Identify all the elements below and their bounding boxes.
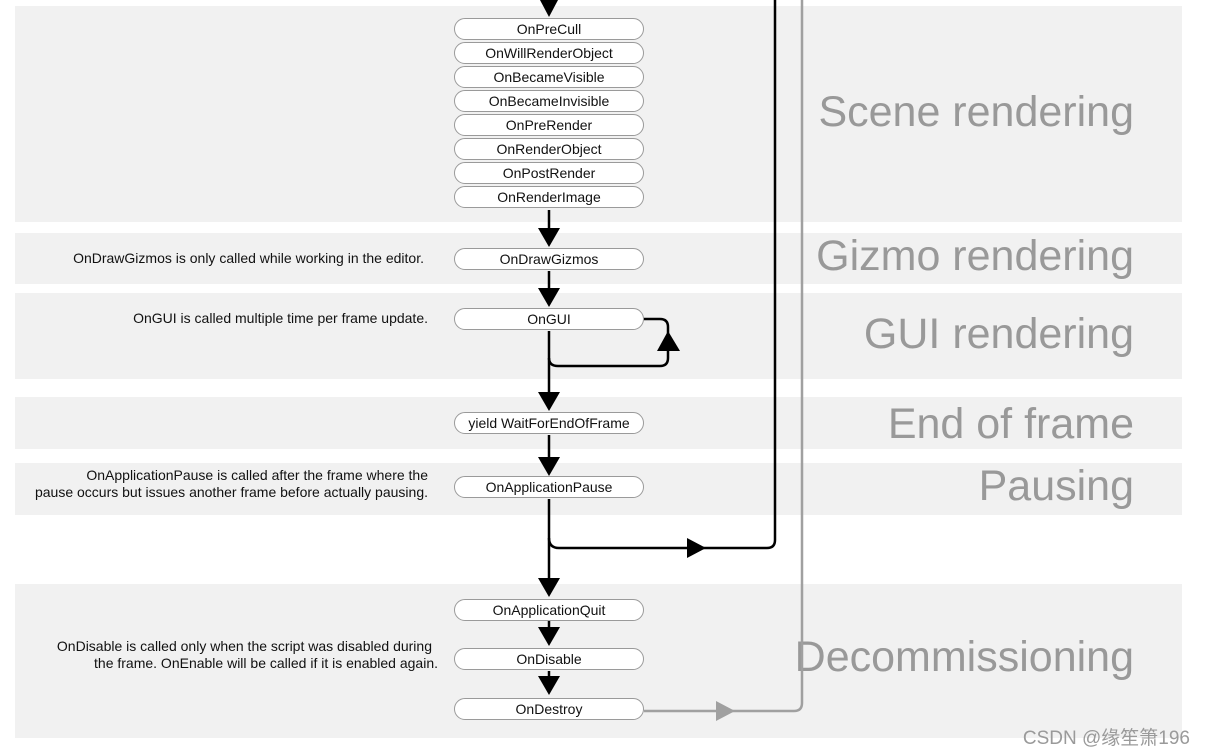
- note-ongui: OnGUI is called multiple time per frame …: [133, 310, 428, 326]
- node-onprecull: OnPreCull: [454, 18, 644, 40]
- node-onapplicationquit: OnApplicationQuit: [454, 599, 644, 621]
- arrow-into-ondestroy: [538, 676, 560, 695]
- frame-loop-back-arrow: [687, 538, 706, 558]
- note-onapplicationpause: OnApplicationPause is called after the f…: [35, 467, 428, 501]
- note-ondisable-line-1: OnDisable is called only when the script…: [56, 638, 432, 654]
- node-ondestroy: OnDestroy: [454, 698, 644, 720]
- node-ondisable: OnDisable: [454, 648, 644, 670]
- node-onpostrender: OnPostRender: [454, 162, 644, 184]
- arrow-into-waitforendofframe: [538, 392, 560, 411]
- node-onrenderimage: OnRenderImage: [454, 186, 644, 208]
- arrow-into-ondrawgizmos: [538, 228, 560, 247]
- arrow-into-onapplicationquit: [538, 578, 560, 597]
- arrow-into-onapplicationpause: [538, 457, 560, 476]
- arrow-into-onprecull: [540, 0, 558, 17]
- node-onwillrenderobject: OnWillRenderObject: [454, 42, 644, 64]
- note-onapplicationpause-line-1: OnApplicationPause is called after the f…: [86, 467, 428, 483]
- note-onapplicationpause-line-2: pause occurs but issues another frame be…: [34, 484, 428, 500]
- note-ondrawgizmos: OnDrawGizmos is only called while workin…: [73, 250, 424, 266]
- arrow-into-ondisable: [538, 627, 560, 646]
- ongui-loop-arrow: [657, 331, 680, 351]
- node-yield-waitforendofframe: yield WaitForEndOfFrame: [454, 412, 644, 434]
- node-onbecameinvisible: OnBecameInvisible: [454, 90, 644, 112]
- node-onprerender: OnPreRender: [454, 114, 644, 136]
- node-ongui: OnGUI: [454, 308, 644, 330]
- arrow-into-ongui: [538, 288, 560, 307]
- node-onapplicationpause: OnApplicationPause: [454, 476, 644, 498]
- note-ondisable-line-2: the frame. OnEnable will be called if it…: [94, 655, 438, 671]
- node-onbecamevisible: OnBecameVisible: [454, 66, 644, 88]
- node-ondrawgizmos: OnDrawGizmos: [454, 248, 644, 270]
- node-onrenderobject: OnRenderObject: [454, 138, 644, 160]
- watermark: CSDN @缘笙箫196: [1022, 728, 1190, 749]
- note-ondisable: OnDisable is called only when the script…: [57, 638, 438, 672]
- exit-arrow: [716, 701, 735, 721]
